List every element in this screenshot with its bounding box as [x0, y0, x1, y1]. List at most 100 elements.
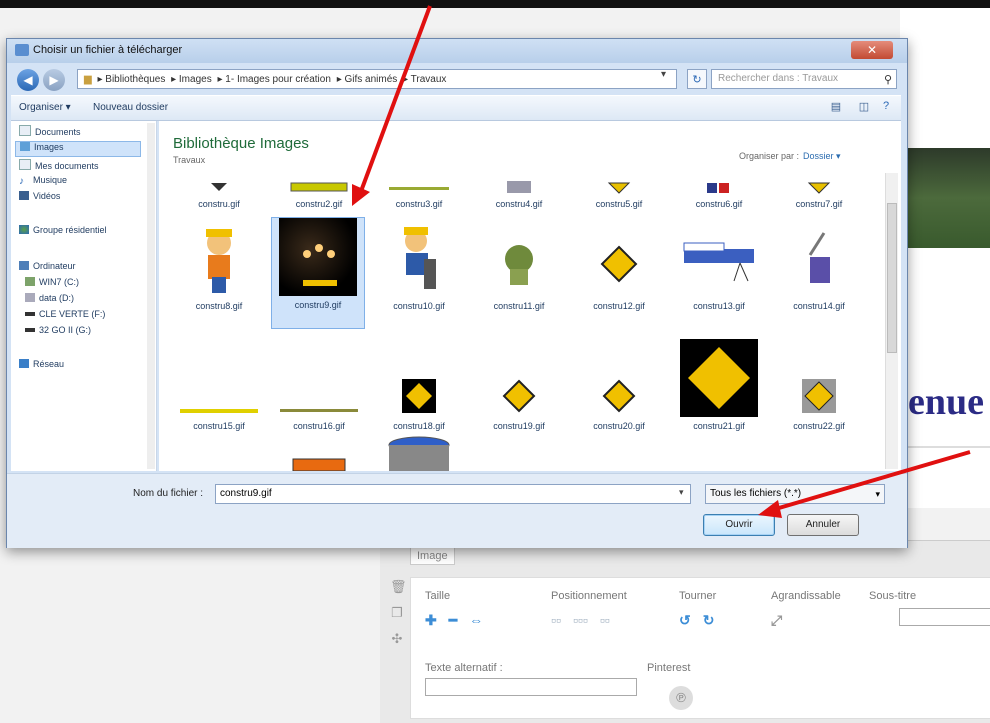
cancel-button[interactable]: Annuler	[787, 514, 859, 536]
file-item[interactable]: constru19.gif	[473, 339, 565, 449]
close-button[interactable]: ✕	[851, 41, 893, 59]
file-item[interactable]: constru11.gif	[473, 219, 565, 329]
road-sign-thumbnail	[480, 339, 558, 417]
align-right-icon[interactable]: ▫▫	[600, 612, 610, 628]
file-item[interactable]: constru5.gif	[573, 179, 665, 209]
nav-item-drive-c[interactable]: WIN7 (C:)	[25, 277, 79, 291]
pinterest-icon[interactable]: ℗	[669, 686, 693, 710]
forward-arrow-icon[interactable]: ▶	[43, 69, 65, 91]
view-options-icon[interactable]: ▤	[829, 100, 843, 114]
breadcrumb-travaux[interactable]: ▸ Travaux	[403, 74, 446, 85]
chevron-down-icon[interactable]: ▾	[875, 485, 880, 503]
navigation-scrollbar[interactable]	[147, 123, 155, 469]
nav-item-drive-d[interactable]: data (D:)	[25, 293, 74, 307]
pinterest-label: Pinterest	[647, 662, 691, 674]
breadcrumb-creation[interactable]: ▸ 1- Images pour création	[217, 74, 330, 85]
minus-icon[interactable]: ━	[449, 612, 457, 629]
image-tab[interactable]: Image	[410, 547, 455, 565]
nav-item-drive-g[interactable]: 32 GO II (G:)	[25, 325, 91, 339]
new-folder-button[interactable]: Nouveau dossier	[93, 102, 168, 113]
rotate-left-icon[interactable]: ↺	[679, 612, 691, 629]
nav-item-computer[interactable]: Ordinateur	[19, 261, 76, 275]
file-list-scrollbar[interactable]	[885, 173, 898, 469]
filename-input[interactable]: constru9.gif	[215, 484, 691, 504]
file-item[interactable]: constru4.gif	[473, 179, 565, 209]
line-thumbnail	[280, 339, 358, 417]
road-sign-thumbnail	[680, 339, 758, 417]
nav-item-network[interactable]: Réseau	[19, 359, 64, 373]
file-item[interactable]: constru21.gif	[673, 339, 765, 449]
file-item[interactable]: constru.gif	[173, 179, 265, 209]
address-dropdown-icon[interactable]: ▾	[661, 69, 666, 80]
search-input[interactable]: Rechercher dans : Travaux ⚲	[711, 69, 897, 89]
refresh-icon[interactable]: ↻	[687, 69, 707, 89]
organize-button[interactable]: Organiser ▾	[19, 102, 71, 113]
nav-item-videos[interactable]: Vidéos	[19, 191, 60, 205]
rotate-right-icon[interactable]: ↻	[703, 612, 715, 629]
nav-item-documents[interactable]: Documents	[19, 125, 81, 139]
scrollbar-thumb[interactable]	[887, 203, 897, 353]
subtitle-input[interactable]	[899, 608, 990, 626]
search-placeholder: Rechercher dans : Travaux	[718, 73, 839, 84]
nav-item-drive-f[interactable]: CLE VERTE (F:)	[25, 309, 105, 323]
breadcrumb-gifs[interactable]: ▸ Gifs animés	[337, 74, 398, 85]
plus-icon[interactable]: ✚	[425, 612, 437, 629]
breadcrumb-images[interactable]: ▸ Images	[171, 74, 212, 85]
position-label: Positionnement	[551, 590, 627, 602]
nav-item-mes-documents[interactable]: Mes documents	[19, 159, 99, 173]
breadcrumb-libraries[interactable]: ▸ Bibliothèques	[97, 74, 165, 85]
editor-side-toolbar: 🗑 ❐ ✣	[390, 579, 408, 657]
alt-text-input[interactable]	[425, 678, 637, 696]
file-item[interactable]: constru6.gif	[673, 179, 765, 209]
align-left-icon[interactable]: ▫▫	[551, 612, 561, 628]
barrel-thumbnail	[388, 436, 450, 471]
navigation-pane: Documents Images Mes documents ♪ Musique …	[11, 121, 157, 471]
file-item[interactable]: constru3.gif	[373, 179, 465, 209]
resize-icon[interactable]: ⇔	[469, 612, 483, 628]
back-arrow-icon[interactable]: ◀	[17, 69, 39, 91]
file-item[interactable]: constru13.gif	[673, 219, 765, 329]
file-item[interactable]	[373, 435, 465, 471]
nav-item-homegroup[interactable]: Groupe résidentiel	[19, 225, 107, 239]
alt-text-label: Texte alternatif :	[425, 662, 503, 674]
expand-icon[interactable]: ⤢	[771, 612, 782, 629]
file-item[interactable]: constru12.gif	[573, 219, 665, 329]
window-icon	[15, 44, 29, 56]
filename-dropdown-icon[interactable]: ▾	[679, 487, 684, 498]
filename-label: Nom du fichier :	[133, 488, 204, 499]
file-item[interactable]: constru16.gif	[273, 339, 365, 449]
preview-pane-icon[interactable]: ◫	[857, 100, 871, 114]
file-item[interactable]: constru15.gif	[173, 339, 265, 449]
file-item[interactable]: constru7.gif	[773, 179, 865, 209]
address-bar[interactable]: ▆ ▸ Bibliothèques ▸ Images ▸ 1- Images p…	[77, 69, 677, 89]
arrange-by: Organiser par : Dossier ▾	[739, 151, 841, 161]
filetype-select[interactable]: Tous les fichiers (*.*) ▾	[705, 484, 885, 504]
file-item[interactable]: constru14.gif	[773, 219, 865, 329]
copy-icon[interactable]: ❐	[390, 605, 404, 620]
file-item[interactable]: constru8.gif	[173, 219, 265, 329]
file-item[interactable]	[273, 455, 365, 471]
trash-icon[interactable]: 🗑	[390, 579, 407, 594]
construction-thumbnail	[607, 182, 631, 194]
file-item[interactable]: constru2.gif	[273, 179, 365, 209]
nav-item-music[interactable]: ♪ Musique	[19, 175, 67, 189]
search-icon[interactable]: ⚲	[884, 71, 892, 89]
settings-icon[interactable]: ✣	[390, 631, 404, 646]
file-item[interactable]: constru20.gif	[573, 339, 665, 449]
website-headline: enue	[908, 381, 984, 423]
dialog-titlebar[interactable]: Choisir un fichier à télécharger ✕	[7, 39, 907, 63]
rotate-label: Tourner	[679, 590, 717, 602]
browser-top-bar	[0, 0, 990, 8]
arrange-dropdown[interactable]: Dossier ▾	[803, 151, 841, 161]
align-center-icon[interactable]: ▫▫▫	[573, 612, 588, 628]
help-icon[interactable]: ?	[879, 100, 893, 114]
open-button[interactable]: Ouvrir	[703, 514, 775, 536]
file-item[interactable]: constru22.gif	[773, 339, 865, 449]
file-item[interactable]: constru10.gif	[373, 219, 465, 329]
construction-thumbnail	[290, 182, 348, 192]
file-item-selected[interactable]: constru9.gif	[271, 217, 365, 329]
file-item[interactable]: constru18.gif	[373, 339, 465, 449]
website-preview	[900, 8, 990, 508]
music-icon: ♪	[19, 176, 24, 187]
nav-item-images[interactable]: Images	[15, 141, 141, 157]
